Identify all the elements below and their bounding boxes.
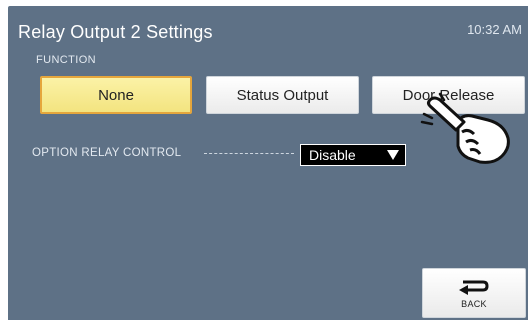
back-label: BACK xyxy=(461,299,487,309)
dropdown-triangle-icon xyxy=(387,150,399,160)
relay-settings-screen: Relay Output 2 Settings 10:32 AM FUNCTIO… xyxy=(8,6,528,320)
function-status-output-button[interactable]: Status Output xyxy=(206,76,359,114)
function-none-label: None xyxy=(98,86,134,104)
option-relay-control-select[interactable]: Disable xyxy=(300,144,406,166)
function-none-button[interactable]: None xyxy=(40,76,192,114)
option-relay-control-value: Disable xyxy=(309,147,356,163)
function-label: FUNCTION xyxy=(36,54,97,66)
return-arrow-icon xyxy=(459,280,489,295)
page-title: Relay Output 2 Settings xyxy=(18,22,213,42)
function-door-release-button[interactable]: Door Release xyxy=(372,76,525,114)
function-door-release-label: Door Release xyxy=(402,86,495,104)
option-relay-control-label: OPTION RELAY CONTROL xyxy=(32,147,182,159)
clock: 10:32 AM xyxy=(467,22,522,37)
function-status-output-label: Status Output xyxy=(236,86,329,104)
dotted-leader xyxy=(204,153,294,154)
back-button[interactable]: BACK xyxy=(422,268,526,318)
